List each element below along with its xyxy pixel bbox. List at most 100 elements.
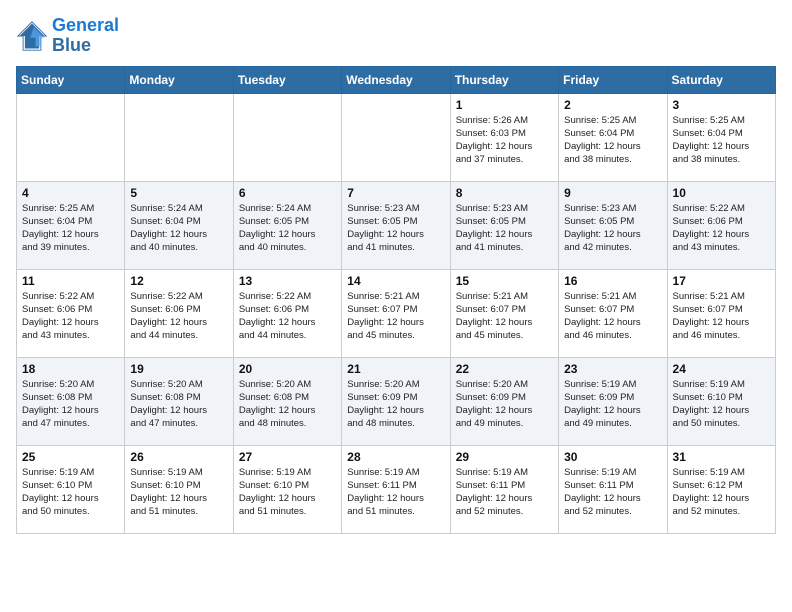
day-number: 18 <box>22 362 119 376</box>
weekday-header-tuesday: Tuesday <box>233 66 341 93</box>
day-number: 10 <box>673 186 770 200</box>
day-info: Sunrise: 5:19 AMSunset: 6:11 PMDaylight:… <box>456 466 553 519</box>
day-number: 22 <box>456 362 553 376</box>
calendar-day-cell: 4 Sunrise: 5:25 AMSunset: 6:04 PMDaylight… <box>17 181 125 269</box>
calendar-day-cell: 28 Sunrise: 5:19 AMSunset: 6:11 PMDayligh… <box>342 445 450 533</box>
day-info: Sunrise: 5:20 AMSunset: 6:08 PMDaylight:… <box>130 378 227 431</box>
calendar-day-cell: 2Sunrise: 5:25 AMSunset: 6:04 PMDaylight… <box>559 93 667 181</box>
day-number: 14 <box>347 274 444 288</box>
day-info: Sunrise: 5:25 AMSunset: 6:04 PMDaylight:… <box>673 114 770 167</box>
day-info: Sunrise: 5:24 AMSunset: 6:05 PMDaylight:… <box>239 202 336 255</box>
day-info: Sunrise: 5:20 AMSunset: 6:08 PMDaylight:… <box>22 378 119 431</box>
weekday-header-friday: Friday <box>559 66 667 93</box>
logo: General Blue <box>16 16 119 56</box>
calendar-day-cell: 6 Sunrise: 5:24 AMSunset: 6:05 PMDaylight… <box>233 181 341 269</box>
day-number: 6 <box>239 186 336 200</box>
calendar-day-cell: 30Sunrise: 5:19 AMSunset: 6:11 PMDayligh… <box>559 445 667 533</box>
day-number: 15 <box>456 274 553 288</box>
day-info: Sunrise: 5:22 AMSunset: 6:06 PMDaylight:… <box>239 290 336 343</box>
calendar-day-cell <box>342 93 450 181</box>
calendar-day-cell: 19 Sunrise: 5:20 AMSunset: 6:08 PMDayligh… <box>125 357 233 445</box>
calendar-day-cell <box>125 93 233 181</box>
day-info: Sunrise: 5:24 AMSunset: 6:04 PMDaylight:… <box>130 202 227 255</box>
calendar-day-cell: 12 Sunrise: 5:22 AMSunset: 6:06 PMDayligh… <box>125 269 233 357</box>
day-number: 12 <box>130 274 227 288</box>
day-info: Sunrise: 5:19 AMSunset: 6:12 PMDaylight:… <box>673 466 770 519</box>
day-number: 20 <box>239 362 336 376</box>
day-info: Sunrise: 5:22 AMSunset: 6:06 PMDaylight:… <box>22 290 119 343</box>
calendar-day-cell: 3 Sunrise: 5:25 AMSunset: 6:04 PMDaylight… <box>667 93 775 181</box>
calendar-day-cell: 18 Sunrise: 5:20 AMSunset: 6:08 PMDayligh… <box>17 357 125 445</box>
day-number: 25 <box>22 450 119 464</box>
calendar-day-cell: 24Sunrise: 5:19 AMSunset: 6:10 PMDayligh… <box>667 357 775 445</box>
day-number: 19 <box>130 362 227 376</box>
calendar-day-cell: 14 Sunrise: 5:21 AMSunset: 6:07 PMDayligh… <box>342 269 450 357</box>
day-number: 26 <box>130 450 227 464</box>
weekday-header-monday: Monday <box>125 66 233 93</box>
day-info: Sunrise: 5:21 AMSunset: 6:07 PMDaylight:… <box>673 290 770 343</box>
calendar-week-3: 11 Sunrise: 5:22 AMSunset: 6:06 PMDayligh… <box>17 269 776 357</box>
logo-text: General Blue <box>52 16 119 56</box>
day-number: 29 <box>456 450 553 464</box>
weekday-header-sunday: Sunday <box>17 66 125 93</box>
day-info: Sunrise: 5:25 AMSunset: 6:04 PMDaylight:… <box>564 114 661 167</box>
day-number: 7 <box>347 186 444 200</box>
calendar-day-cell: 11 Sunrise: 5:22 AMSunset: 6:06 PMDayligh… <box>17 269 125 357</box>
day-number: 21 <box>347 362 444 376</box>
day-number: 9 <box>564 186 661 200</box>
day-number: 23 <box>564 362 661 376</box>
day-number: 17 <box>673 274 770 288</box>
calendar-day-cell: 31 Sunrise: 5:19 AMSunset: 6:12 PMDayligh… <box>667 445 775 533</box>
day-info: Sunrise: 5:22 AMSunset: 6:06 PMDaylight:… <box>130 290 227 343</box>
calendar-week-1: 1 Sunrise: 5:26 AMSunset: 6:03 PMDaylight… <box>17 93 776 181</box>
day-info: Sunrise: 5:26 AMSunset: 6:03 PMDaylight:… <box>456 114 553 167</box>
calendar-week-4: 18 Sunrise: 5:20 AMSunset: 6:08 PMDayligh… <box>17 357 776 445</box>
day-info: Sunrise: 5:19 AMSunset: 6:10 PMDaylight:… <box>673 378 770 431</box>
calendar-day-cell: 1 Sunrise: 5:26 AMSunset: 6:03 PMDaylight… <box>450 93 558 181</box>
calendar-day-cell: 9 Sunrise: 5:23 AMSunset: 6:05 PMDaylight… <box>559 181 667 269</box>
day-number: 3 <box>673 98 770 112</box>
calendar-day-cell: 26 Sunrise: 5:19 AMSunset: 6:10 PMDayligh… <box>125 445 233 533</box>
calendar-week-5: 25 Sunrise: 5:19 AMSunset: 6:10 PMDayligh… <box>17 445 776 533</box>
day-info: Sunrise: 5:20 AMSunset: 6:08 PMDaylight:… <box>239 378 336 431</box>
logo-icon <box>16 20 48 52</box>
day-info: Sunrise: 5:19 AMSunset: 6:10 PMDaylight:… <box>22 466 119 519</box>
day-info: Sunrise: 5:19 AMSunset: 6:11 PMDaylight:… <box>347 466 444 519</box>
day-number: 1 <box>456 98 553 112</box>
calendar-day-cell: 22Sunrise: 5:20 AMSunset: 6:09 PMDayligh… <box>450 357 558 445</box>
day-number: 4 <box>22 186 119 200</box>
day-info: Sunrise: 5:19 AMSunset: 6:11 PMDaylight:… <box>564 466 661 519</box>
day-info: Sunrise: 5:19 AMSunset: 6:09 PMDaylight:… <box>564 378 661 431</box>
calendar-day-cell: 20 Sunrise: 5:20 AMSunset: 6:08 PMDayligh… <box>233 357 341 445</box>
day-number: 11 <box>22 274 119 288</box>
calendar-day-cell: 25 Sunrise: 5:19 AMSunset: 6:10 PMDayligh… <box>17 445 125 533</box>
day-info: Sunrise: 5:23 AMSunset: 6:05 PMDaylight:… <box>564 202 661 255</box>
day-info: Sunrise: 5:21 AMSunset: 6:07 PMDaylight:… <box>564 290 661 343</box>
page-header: General Blue <box>16 16 776 56</box>
day-number: 16 <box>564 274 661 288</box>
calendar-day-cell: 17 Sunrise: 5:21 AMSunset: 6:07 PMDayligh… <box>667 269 775 357</box>
calendar-day-cell: 13Sunrise: 5:22 AMSunset: 6:06 PMDayligh… <box>233 269 341 357</box>
day-info: Sunrise: 5:25 AMSunset: 6:04 PMDaylight:… <box>22 202 119 255</box>
day-info: Sunrise: 5:19 AMSunset: 6:10 PMDaylight:… <box>130 466 227 519</box>
day-info: Sunrise: 5:23 AMSunset: 6:05 PMDaylight:… <box>456 202 553 255</box>
day-info: Sunrise: 5:21 AMSunset: 6:07 PMDaylight:… <box>347 290 444 343</box>
day-info: Sunrise: 5:22 AMSunset: 6:06 PMDaylight:… <box>673 202 770 255</box>
calendar-day-cell: 8 Sunrise: 5:23 AMSunset: 6:05 PMDaylight… <box>450 181 558 269</box>
calendar-day-cell: 15Sunrise: 5:21 AMSunset: 6:07 PMDayligh… <box>450 269 558 357</box>
day-number: 28 <box>347 450 444 464</box>
weekday-header-thursday: Thursday <box>450 66 558 93</box>
day-number: 27 <box>239 450 336 464</box>
day-number: 5 <box>130 186 227 200</box>
day-number: 31 <box>673 450 770 464</box>
calendar-day-cell <box>233 93 341 181</box>
calendar-day-cell <box>17 93 125 181</box>
calendar-day-cell: 29 Sunrise: 5:19 AMSunset: 6:11 PMDayligh… <box>450 445 558 533</box>
calendar-day-cell: 16 Sunrise: 5:21 AMSunset: 6:07 PMDayligh… <box>559 269 667 357</box>
calendar-day-cell: 5 Sunrise: 5:24 AMSunset: 6:04 PMDaylight… <box>125 181 233 269</box>
weekday-header-wednesday: Wednesday <box>342 66 450 93</box>
weekday-header-saturday: Saturday <box>667 66 775 93</box>
day-info: Sunrise: 5:20 AMSunset: 6:09 PMDaylight:… <box>347 378 444 431</box>
day-number: 8 <box>456 186 553 200</box>
calendar-day-cell: 23 Sunrise: 5:19 AMSunset: 6:09 PMDayligh… <box>559 357 667 445</box>
